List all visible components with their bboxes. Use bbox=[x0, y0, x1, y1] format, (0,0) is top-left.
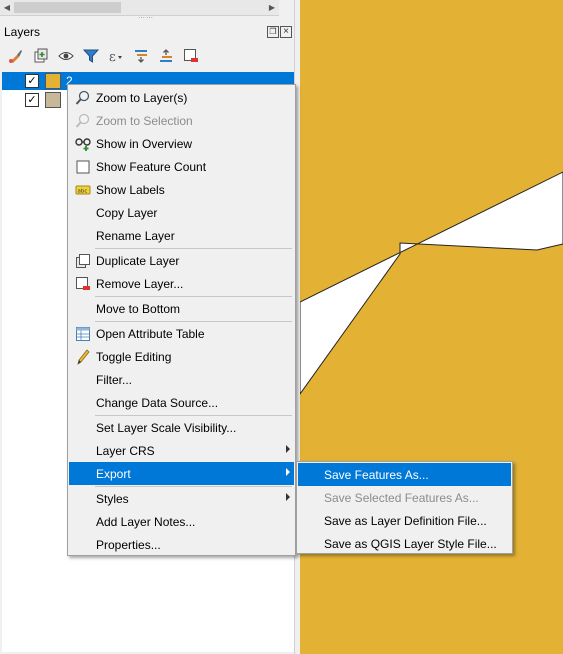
checkbox-icon[interactable] bbox=[75, 159, 91, 175]
submenu-save-selected-features-as: Save Selected Features As... bbox=[324, 491, 479, 505]
remove-layer-icon bbox=[75, 276, 91, 292]
menu-show-feature-count[interactable]: Show Feature Count bbox=[69, 155, 294, 178]
filter-expression-icon[interactable]: ε bbox=[106, 47, 125, 66]
submenu-arrow-icon bbox=[286, 445, 290, 453]
eye-visibility-icon[interactable] bbox=[56, 47, 75, 66]
zoom-layer-icon bbox=[75, 90, 91, 106]
submenu-arrow-icon bbox=[286, 468, 290, 476]
remove-layer-icon[interactable] bbox=[181, 47, 200, 66]
menu-open-attribute-table[interactable]: Open Attribute Table bbox=[69, 322, 294, 345]
menu-show-in-overview[interactable]: Show in Overview bbox=[69, 132, 294, 155]
menu-properties[interactable]: Properties... bbox=[69, 533, 294, 556]
menu-duplicate-layer[interactable]: Duplicate Layer bbox=[69, 249, 294, 272]
attribute-table-icon bbox=[75, 326, 91, 342]
menu-remove-layer[interactable]: Remove Layer... bbox=[69, 272, 294, 295]
duplicate-layer-icon bbox=[75, 253, 91, 269]
add-group-icon[interactable] bbox=[31, 47, 50, 66]
close-panel-icon[interactable]: × bbox=[280, 26, 292, 38]
menu-styles[interactable]: Styles bbox=[69, 487, 294, 510]
submenu-save-qgis-style[interactable]: Save as QGIS Layer Style File... bbox=[298, 532, 511, 555]
export-submenu: Save Features As... Save Selected Featur… bbox=[296, 461, 513, 554]
menu-export[interactable]: Export bbox=[69, 462, 294, 485]
menu-add-layer-notes[interactable]: Add Layer Notes... bbox=[69, 510, 294, 533]
overview-icon bbox=[75, 136, 91, 152]
zoom-selection-icon bbox=[75, 113, 91, 129]
layer-visibility-checkbox[interactable]: ✓ bbox=[25, 93, 39, 107]
menu-rename-layer[interactable]: Rename Layer bbox=[69, 224, 294, 247]
panel-title: Layers bbox=[4, 25, 41, 39]
menu-change-data-source[interactable]: Change Data Source... bbox=[69, 391, 294, 414]
scroll-left-arrow-icon[interactable]: ◀ bbox=[0, 0, 14, 15]
svg-text:ε: ε bbox=[109, 50, 116, 64]
scrollbar-thumb[interactable] bbox=[14, 2, 121, 13]
splitter-grip-icon[interactable]: ⋯⋯ bbox=[138, 15, 156, 22]
menu-move-to-bottom[interactable]: Move to Bottom bbox=[69, 297, 294, 320]
menu-zoom-to-selection: Zoom to Selection bbox=[69, 109, 294, 132]
collapse-all-icon[interactable] bbox=[156, 47, 175, 66]
menu-set-scale-visibility[interactable]: Set Layer Scale Visibility... bbox=[69, 416, 294, 439]
layer-symbol-swatch bbox=[45, 73, 61, 89]
expand-all-icon[interactable] bbox=[131, 47, 150, 66]
horizontal-scrollbar[interactable]: ◀ ▶ bbox=[0, 0, 279, 16]
style-brush-icon[interactable] bbox=[6, 47, 25, 66]
menu-layer-crs[interactable]: Layer CRS bbox=[69, 439, 294, 462]
layer-context-menu: Zoom to Layer(s) Zoom to Selection Show … bbox=[67, 84, 296, 556]
scroll-right-arrow-icon[interactable]: ▶ bbox=[265, 0, 279, 15]
labels-icon: abc bbox=[75, 182, 91, 198]
menu-toggle-editing[interactable]: Toggle Editing bbox=[69, 345, 294, 368]
submenu-save-features-as[interactable]: Save Features As... bbox=[298, 463, 511, 486]
layer-symbol-swatch bbox=[45, 92, 61, 108]
menu-filter[interactable]: Filter... bbox=[69, 368, 294, 391]
layer-visibility-checkbox[interactable]: ✓ bbox=[25, 74, 39, 88]
submenu-save-layer-definition[interactable]: Save as Layer Definition File... bbox=[298, 509, 511, 532]
pencil-icon bbox=[75, 349, 91, 365]
menu-copy-layer[interactable]: Copy Layer bbox=[69, 201, 294, 224]
submenu-arrow-icon bbox=[286, 493, 290, 501]
layers-toolbar: ε bbox=[6, 46, 200, 66]
svg-text:abc: abc bbox=[78, 189, 88, 195]
map-canvas[interactable] bbox=[300, 0, 563, 654]
filter-legend-icon[interactable] bbox=[81, 47, 100, 66]
float-panel-icon[interactable]: ❐ bbox=[267, 26, 279, 38]
menu-show-labels[interactable]: abc Show Labels bbox=[69, 178, 294, 201]
map-features bbox=[300, 171, 563, 395]
menu-zoom-to-layer[interactable]: Zoom to Layer(s) bbox=[69, 86, 294, 109]
